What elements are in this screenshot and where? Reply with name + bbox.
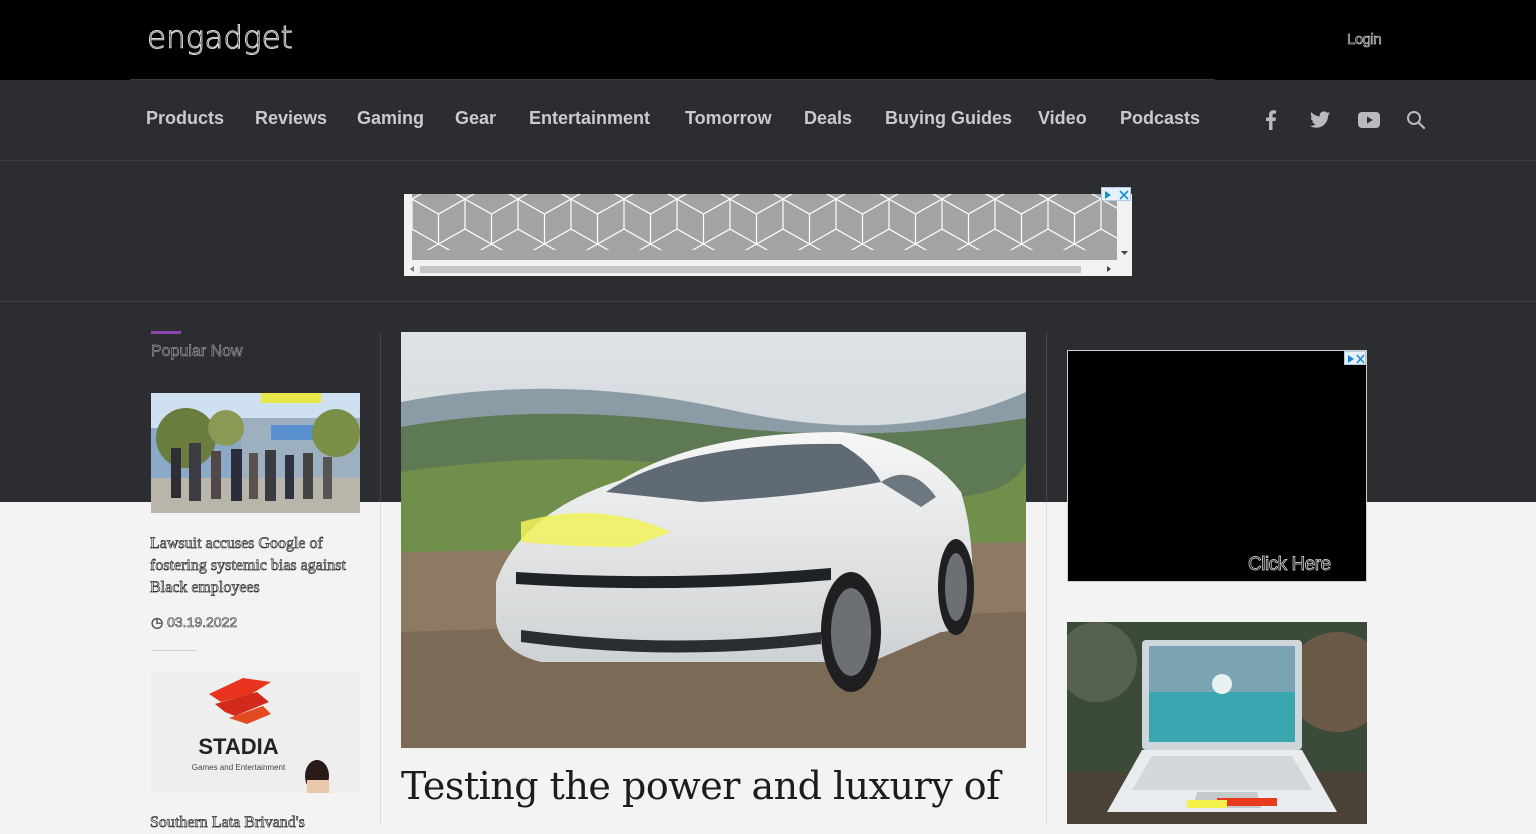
side-ad[interactable] xyxy=(1067,350,1367,582)
laptop-image[interactable] xyxy=(1067,622,1367,824)
nav-item-gear[interactable]: Gear xyxy=(455,108,496,129)
nav-item-podcasts[interactable]: Podcasts xyxy=(1120,108,1200,129)
clock-icon: ◷ xyxy=(151,614,164,631)
nav-item-video[interactable]: Video xyxy=(1038,108,1087,129)
nav-item-products[interactable]: Products xyxy=(146,108,224,129)
popular-separator xyxy=(151,650,196,651)
ad-divider xyxy=(0,301,1536,302)
popular-item-2-headline[interactable]: Southern Lata Brivand's xyxy=(150,812,365,834)
nav-item-gaming[interactable]: Gaming xyxy=(357,108,424,129)
right-divider-lower xyxy=(1046,502,1047,824)
popular-title: Popular Now xyxy=(151,343,243,360)
site-logo[interactable]: engadget xyxy=(147,20,294,57)
side-adchoices-icon[interactable] xyxy=(1344,351,1366,365)
popular-item-1-image[interactable] xyxy=(151,393,360,513)
nav-item-reviews[interactable]: Reviews xyxy=(255,108,327,129)
search-icon[interactable] xyxy=(1405,109,1429,131)
twitter-icon[interactable] xyxy=(1308,109,1332,131)
popular-accent-bar xyxy=(151,331,181,334)
nav-item-tomorrow[interactable]: Tomorrow xyxy=(685,108,772,129)
adchoices-icon[interactable] xyxy=(1101,187,1131,201)
banner-vertical-scrollbar[interactable] xyxy=(1117,194,1132,262)
popular-item-2-image[interactable]: STADIA Games and Entertainment xyxy=(151,672,360,793)
login-link[interactable]: Login xyxy=(1347,31,1382,49)
popular-divider-lower xyxy=(380,502,381,824)
banner-scroll-thumb[interactable] xyxy=(420,266,1081,273)
stadia-subtext: Games and Entertainment xyxy=(191,763,286,772)
popular-item-1-date-text: 03.19.2022 xyxy=(167,614,238,631)
nav-item-buying-guides[interactable]: Buying Guides xyxy=(885,108,1012,129)
main-headline[interactable]: Testing the power and luxury of xyxy=(401,764,1041,808)
hero-image[interactable] xyxy=(401,332,1026,748)
popular-item-1-date: ◷ 03.19.2022 xyxy=(151,614,238,631)
popular-item-1-headline[interactable]: Lawsuit accuses Google of fostering syst… xyxy=(150,533,365,599)
side-ad-cta[interactable]: Click Here xyxy=(1248,554,1332,576)
banner-ad-pattern xyxy=(412,194,1117,260)
stadia-logo-text: STADIA xyxy=(198,734,279,759)
youtube-icon[interactable] xyxy=(1357,109,1381,131)
facebook-icon[interactable] xyxy=(1259,109,1283,131)
nav-item-entertainment[interactable]: Entertainment xyxy=(529,108,650,129)
nav-item-deals[interactable]: Deals xyxy=(804,108,852,129)
banner-ad[interactable] xyxy=(404,194,1132,276)
nav-divider xyxy=(0,160,1536,161)
